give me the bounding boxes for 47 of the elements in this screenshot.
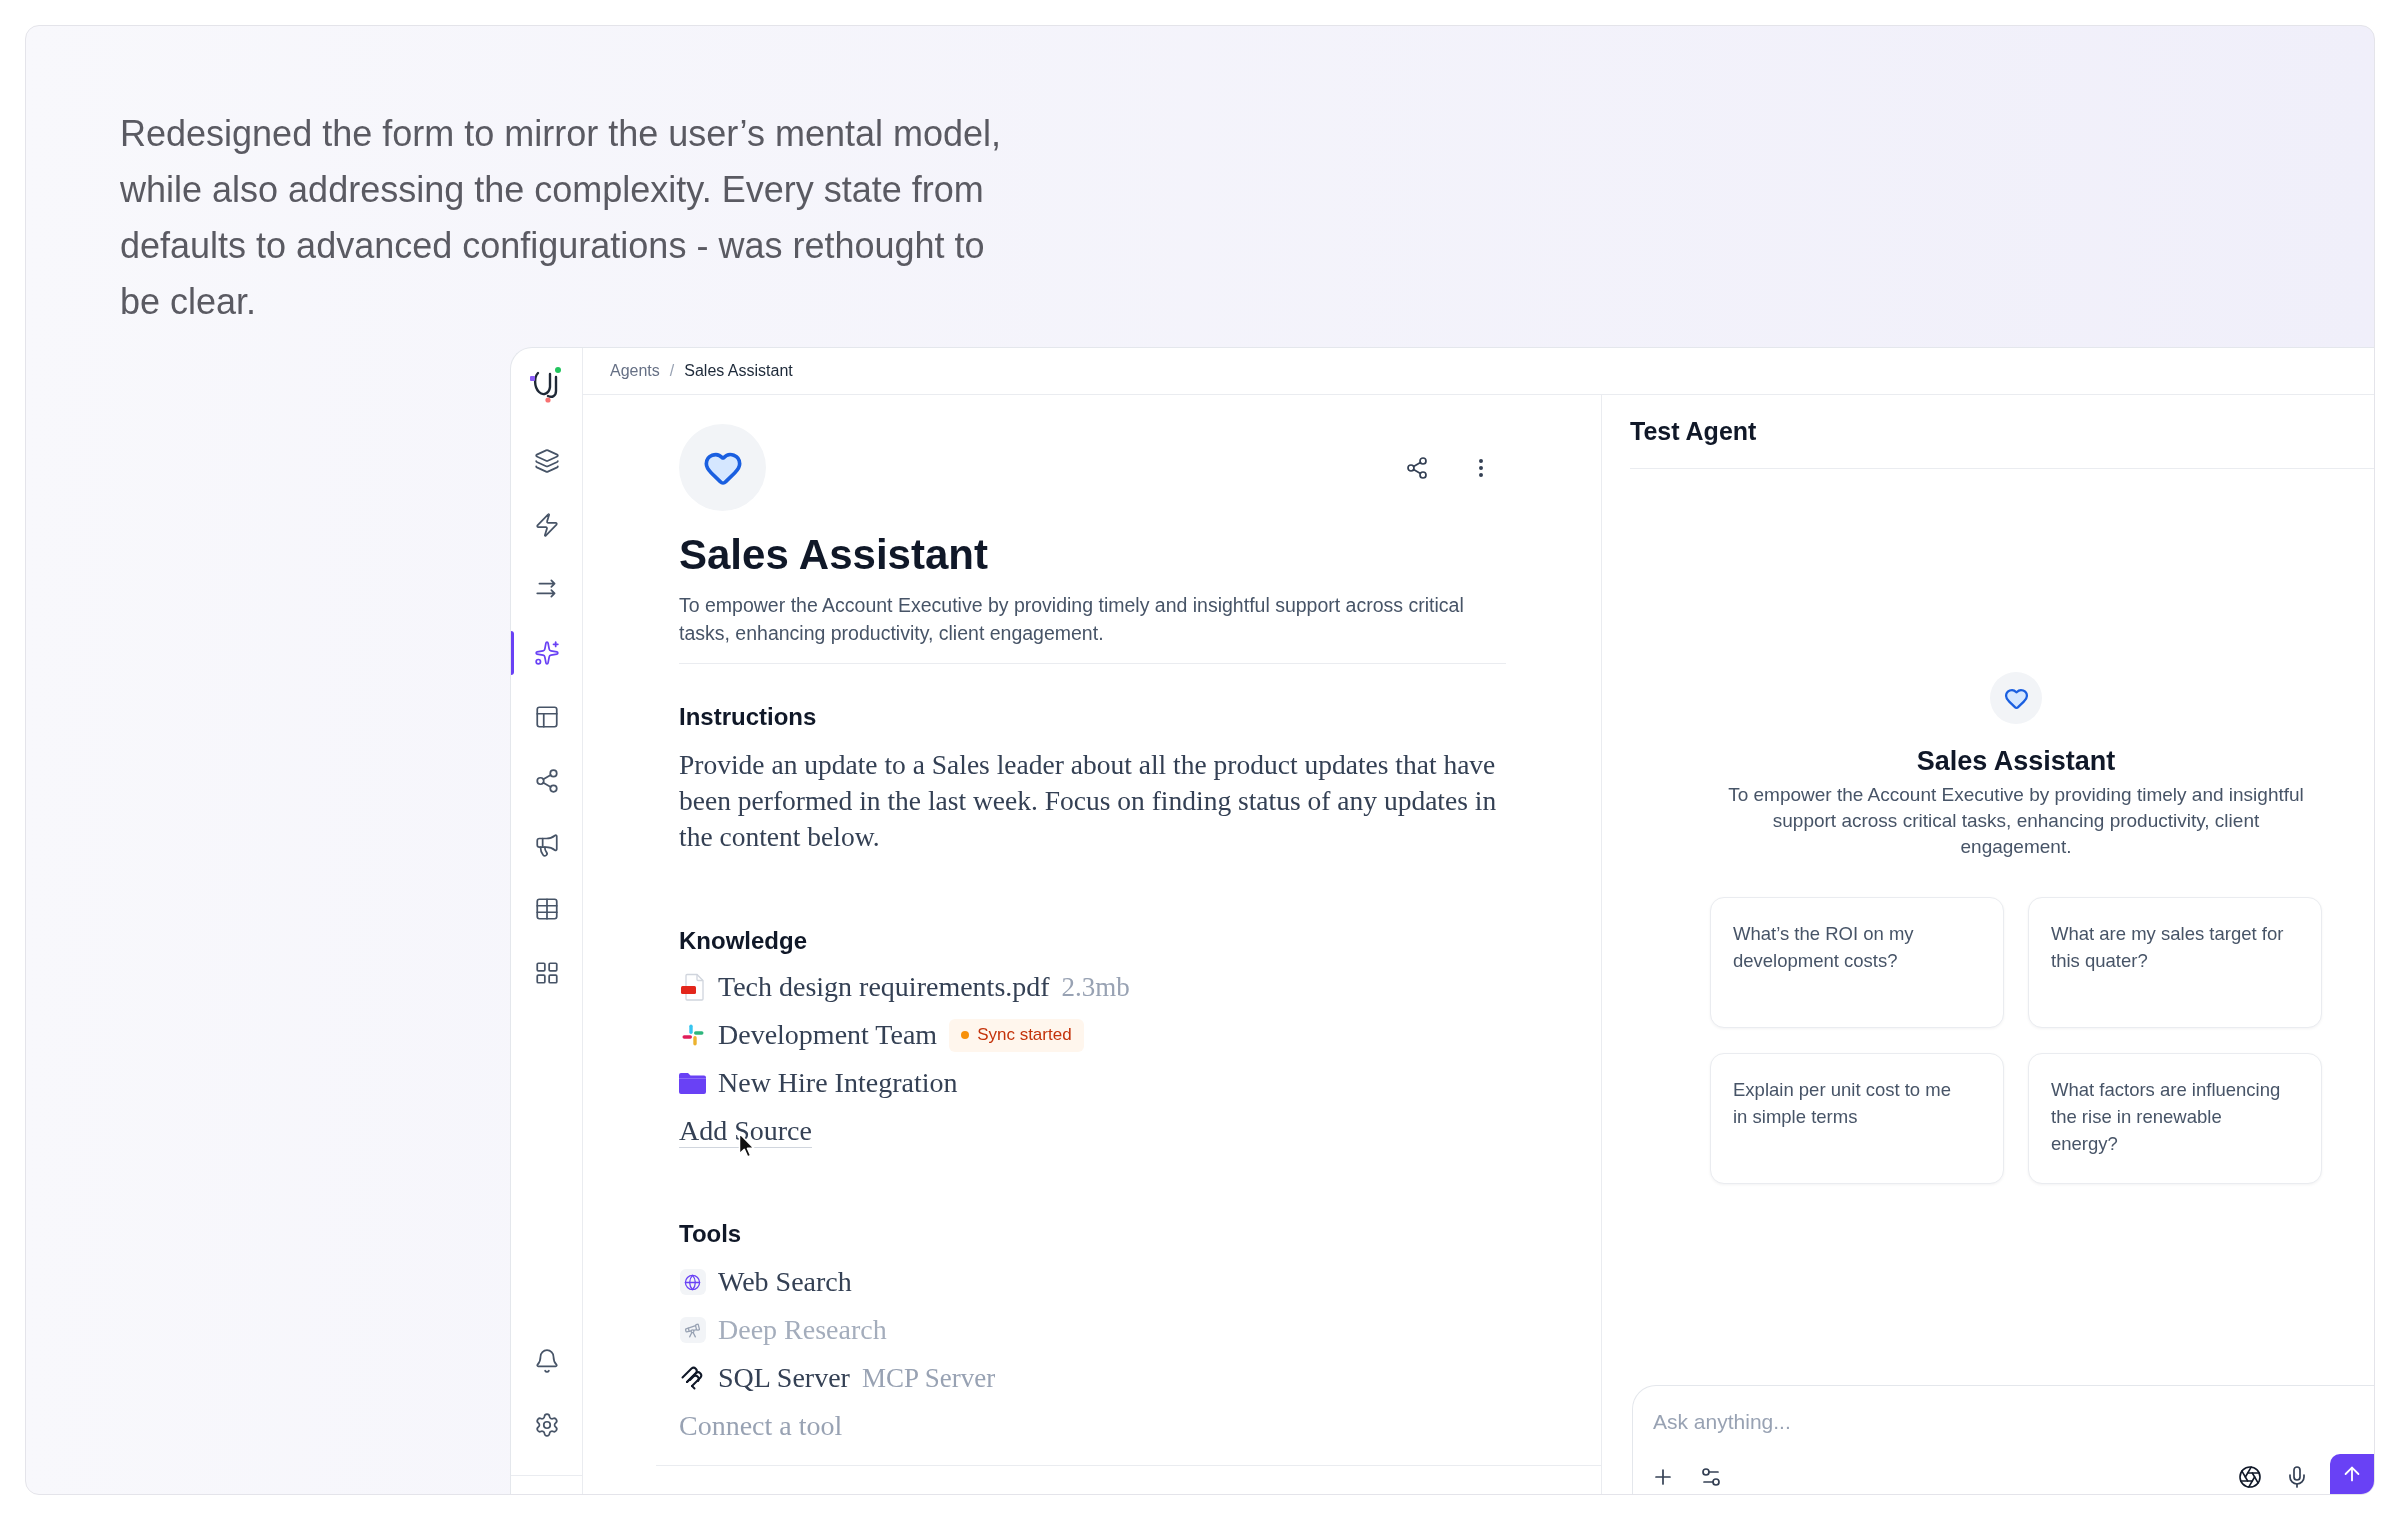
breadcrumb-separator: / [669,361,675,381]
aperture-icon[interactable] [2238,1465,2262,1489]
section-heading: Instructions [679,702,818,732]
active-indicator [511,631,514,675]
agent-title: Sales Assistant [1916,745,2116,777]
grid-icon[interactable] [533,960,560,986]
suggestion-card[interactable]: What factors are influencing the rise in renewable energy? [2028,1053,2322,1184]
tool-name: Web Search [718,1265,852,1299]
tool-name: SQL Server [718,1361,850,1395]
suggestion-card[interactable]: Explain per unit cost to me in simple terms [1710,1053,2004,1184]
badge-label: Sync started [977,1024,1072,1047]
bell-icon[interactable] [533,1348,560,1374]
agent-description: To empower the Account Executive by providing timely and insightful support across critical tasks, enhancing productivity, client engagement. [1727,783,2305,859]
suggestion-card[interactable]: What’s the ROI on my development costs? [1710,897,2004,1028]
breadcrumb-current: Sales Assistant [684,361,793,381]
lightning-icon[interactable] [533,512,560,538]
table-icon[interactable] [533,896,560,922]
suggestion-card[interactable]: What are my sales target for this quater? [2028,897,2322,1028]
sliders-icon[interactable] [1699,1465,1723,1489]
telescope-icon [679,1317,706,1343]
instructions-text: Provide an update to a Sales leader about all the product updates that have been performed in the last week. Focus on finding status of any updates in the content below. [679,748,1498,854]
pinwheel-icon [680,1023,705,1047]
panel-title: Test Agent [1630,415,1757,447]
globe-icon [679,1269,706,1295]
tool-name: Deep Research [718,1313,887,1347]
settings-icon[interactable] [533,1412,560,1438]
layers-icon[interactable] [533,448,560,474]
share-icon[interactable] [1405,455,1429,480]
agent-description: To empower the Account Executive by providing timely and insightful support across critical tasks, enhancing productivity, client engagement. [679,593,1465,646]
layout-icon[interactable] [533,704,560,730]
section-heading: Tools [679,1219,743,1249]
breadcrumb-link[interactable]: Agents [610,359,660,383]
folder-icon [679,1072,706,1094]
nodes-icon[interactable] [533,768,560,794]
agent-title: Sales Assistant [679,530,989,580]
file-size: 2.3mb [1061,970,1130,1004]
send-button[interactable] [2330,1454,2374,1494]
sparkles-icon[interactable] [533,640,560,666]
source-name: New Hire Integration [718,1066,958,1100]
section-heading: Knowledge [679,926,808,956]
source-name: Tech design requirements.pdf [718,970,1050,1004]
message-input[interactable]: Ask anything... [1653,1408,2293,1436]
tool-type: MCP Server [861,1361,996,1395]
intro-paragraph: Redesigned the form to mirror the user’s mental model, while also addressing the complexity. Every state from defaults to advanced configurations - was rethought to be clear. [120,112,1003,324]
source-name: Development Team [718,1018,938,1052]
document-icon [679,973,706,1001]
megaphone-icon[interactable] [533,832,560,858]
